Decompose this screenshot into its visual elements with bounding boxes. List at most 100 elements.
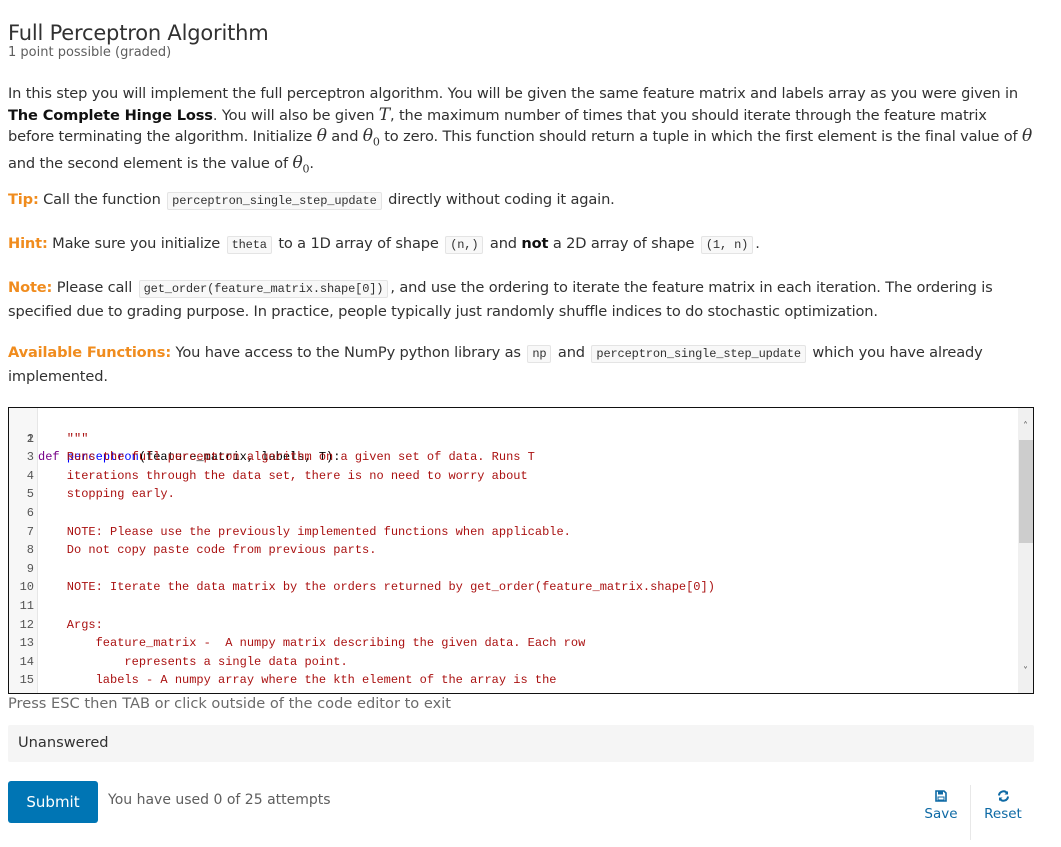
hint-text: and — [485, 235, 522, 252]
code-line[interactable]: 10 NOTE: Iterate the data matrix by the … — [9, 578, 1017, 597]
line-number: 14 — [19, 654, 34, 669]
math-T: T — [378, 104, 390, 125]
problem-title: Full Perceptron Algorithm — [8, 21, 269, 46]
code-line[interactable]: 4 iterations through the data set, there… — [9, 467, 1017, 486]
available-text: You have access to the NumPy python libr… — [171, 344, 526, 361]
tip-paragraph: Tip: Call the function perceptron_single… — [8, 189, 1034, 213]
line-number: 8 — [26, 543, 34, 558]
code-line[interactable]: 6 — [9, 504, 1017, 523]
line-number: 12 — [19, 617, 34, 632]
code-text[interactable]: Runs the full perceptron algorithm on a … — [38, 448, 535, 467]
code-text[interactable]: iterations through the data set, there i… — [38, 467, 528, 486]
scroll-down-icon[interactable]: ˅ — [1018, 665, 1033, 679]
save-button[interactable]: Save — [920, 790, 962, 822]
line-number: 6 — [26, 505, 34, 520]
code-text[interactable]: NOTE: Iterate the data matrix by the ord… — [38, 578, 715, 597]
hint-label: Hint: — [8, 235, 48, 252]
line-number: 9 — [26, 561, 34, 576]
code-line[interactable]: 14 represents a single data point. — [9, 653, 1017, 672]
status-text: Unanswered — [18, 734, 109, 751]
inline-code: np — [527, 345, 552, 363]
intro-text: . — [309, 154, 314, 172]
math-theta0-symbol: θ — [292, 152, 303, 173]
hint-text: Make sure you initialize — [47, 235, 225, 252]
line-number: 13 — [19, 636, 34, 651]
math-theta: θ — [1021, 126, 1033, 146]
hint-paragraph: Hint: Make sure you initialize theta to … — [8, 233, 1034, 257]
inline-code: theta — [226, 236, 272, 254]
note-label: Note: — [8, 279, 53, 296]
scrollbar-thumb[interactable] — [1019, 440, 1033, 543]
refresh-icon — [997, 790, 1009, 802]
code-text[interactable]: labels - A numpy array where the kth ele… — [38, 671, 557, 690]
line-number: 11 — [19, 598, 34, 613]
intro-paragraph: In this step you will implement the full… — [8, 83, 1034, 180]
code-line[interactable]: 7 NOTE: Please use the previously implem… — [9, 523, 1017, 542]
code-line[interactable]: 5 stopping early. — [9, 485, 1017, 504]
code-line[interactable]: 2 """ — [9, 430, 1017, 449]
action-divider — [970, 785, 971, 840]
code-lines[interactable]: 1 def perceptron(feature_matrix, labels,… — [9, 411, 1017, 690]
code-line[interactable]: 1 def perceptron(feature_matrix, labels,… — [9, 411, 1017, 465]
code-line[interactable]: 11 — [9, 597, 1017, 616]
tip-text: directly without coding it again. — [383, 191, 615, 208]
editor-exit-hint: Press ESC then TAB or click outside of t… — [8, 695, 452, 712]
save-icon — [935, 790, 947, 802]
scroll-up-icon[interactable]: ˄ — [1018, 420, 1033, 434]
code-line[interactable]: 8 Do not copy paste code from previous p… — [9, 541, 1017, 560]
code-line[interactable]: 9 — [9, 560, 1017, 579]
note-paragraph: Note: Please call get_order(feature_matr… — [8, 277, 1034, 322]
answer-status: Unanswered — [8, 725, 1034, 762]
math-theta0-symbol: θ — [362, 126, 373, 146]
inline-code: (1, n) — [700, 236, 754, 254]
inline-code: (n,) — [445, 236, 484, 254]
save-label: Save — [924, 806, 958, 822]
submit-button[interactable]: Submit — [8, 781, 98, 823]
intro-text: In this step you will implement the full… — [8, 85, 1019, 102]
hint-bold: not — [521, 235, 549, 252]
tip-text: Call the function — [38, 191, 166, 208]
reset-button[interactable]: Reset — [980, 790, 1026, 822]
editor-scrollbar[interactable]: ˄ ˅ — [1018, 408, 1033, 693]
line-number: 5 — [26, 487, 34, 502]
available-functions-label: Available Functions: — [8, 344, 172, 361]
code-line[interactable]: 15 labels - A numpy array where the kth … — [9, 671, 1017, 690]
line-number: 3 — [26, 450, 34, 465]
hint-text: to a 1D array of shape — [273, 235, 444, 252]
code-line[interactable]: 13 feature_matrix - A numpy matrix descr… — [9, 634, 1017, 653]
intro-text: . You will also be given — [212, 106, 379, 124]
inline-code: get_order(feature_matrix.shape[0]) — [138, 280, 389, 298]
line-number: 2 — [26, 431, 34, 446]
available-text: and — [553, 344, 590, 361]
code-line[interactable]: 3 Runs the full perceptron algorithm on … — [9, 448, 1017, 467]
hint-text: a 2D array of shape — [548, 235, 699, 252]
points-possible: 1 point possible (graded) — [8, 45, 172, 60]
math-theta0: θ0 — [362, 126, 380, 149]
inline-code: perceptron_single_step_update — [167, 192, 382, 210]
note-text: Please call — [52, 279, 137, 296]
code-line[interactable]: 12 Args: — [9, 616, 1017, 635]
code-text[interactable]: represents a single data point. — [38, 653, 347, 672]
code-text[interactable]: Args: — [38, 616, 103, 635]
code-text[interactable]: feature_matrix - A numpy matrix describi… — [38, 634, 586, 653]
attempts-counter: You have used 0 of 25 attempts — [108, 792, 331, 808]
intro-text: to zero. This function should return a t… — [379, 128, 1022, 145]
code-text[interactable]: """ — [38, 430, 89, 449]
math-subscript: 0 — [372, 135, 380, 149]
intro-text: and the second element is the value of — [8, 154, 293, 172]
available-functions-paragraph: Available Functions: You have access to … — [8, 342, 1034, 387]
line-number: 10 — [19, 580, 34, 595]
line-number: 7 — [26, 524, 34, 539]
line-number: 15 — [19, 673, 34, 688]
code-text[interactable]: stopping early. — [38, 485, 175, 504]
line-number: 4 — [26, 468, 34, 483]
math-theta0: θ0 — [292, 152, 309, 175]
inline-code: perceptron_single_step_update — [591, 345, 806, 363]
intro-text: and — [326, 128, 363, 145]
tip-label: Tip: — [8, 191, 39, 208]
code-text[interactable]: NOTE: Please use the previously implemen… — [38, 523, 571, 542]
hint-text: . — [755, 235, 760, 252]
intro-bold-reference: The Complete Hinge Loss — [8, 106, 213, 124]
code-editor[interactable]: 1 def perceptron(feature_matrix, labels,… — [8, 407, 1034, 694]
code-text[interactable]: Do not copy paste code from previous par… — [38, 541, 377, 560]
